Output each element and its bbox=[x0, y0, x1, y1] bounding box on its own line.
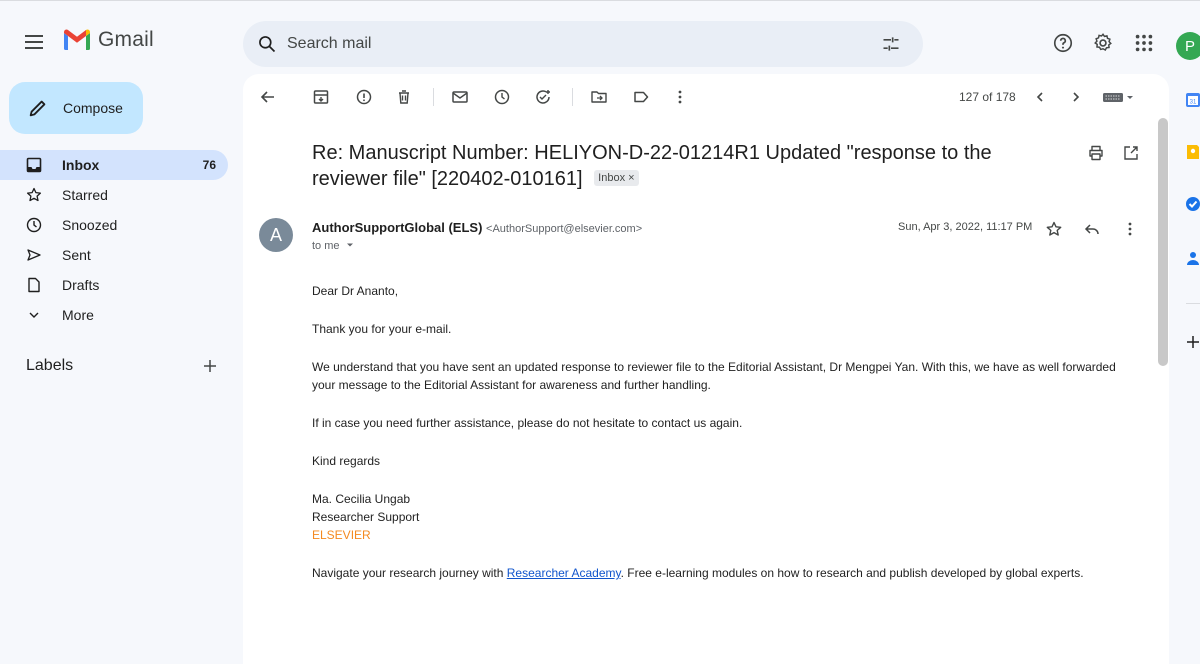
search-bar[interactable] bbox=[243, 21, 923, 67]
more-vertical-icon[interactable] bbox=[671, 88, 689, 106]
footer-text: . Free e-learning modules on how to rese… bbox=[620, 566, 1084, 580]
recipients-toggle[interactable]: to me bbox=[312, 240, 354, 252]
sidebar-nav: Inbox 76 Starred Snoozed Sent Drafts Mor… bbox=[0, 150, 240, 330]
sender-avatar[interactable]: A bbox=[259, 218, 293, 252]
main-menu-icon[interactable] bbox=[22, 30, 46, 54]
older-chevron-right-icon[interactable] bbox=[1067, 88, 1085, 106]
recipients-text: to me bbox=[312, 240, 340, 252]
footer-text: Navigate your research journey with bbox=[312, 566, 507, 580]
sidebar-item-inbox[interactable]: Inbox 76 bbox=[0, 150, 228, 180]
toolbar-divider bbox=[433, 88, 434, 106]
input-tools-keyboard-icon[interactable] bbox=[1101, 88, 1137, 106]
compose-button[interactable]: Compose bbox=[9, 82, 143, 134]
search-icon[interactable] bbox=[257, 34, 277, 54]
inbox-label-chip[interactable]: Inbox × bbox=[594, 169, 639, 186]
add-label-plus-icon[interactable] bbox=[202, 358, 218, 374]
sender-name[interactable]: AuthorSupportGlobal (ELS) bbox=[312, 220, 482, 235]
get-addons-plus-icon[interactable] bbox=[1185, 334, 1200, 350]
star-icon bbox=[26, 187, 42, 202]
sidebar-item-drafts[interactable]: Drafts bbox=[0, 270, 228, 300]
message-panel: 127 of 178 Re: Manuscript Number: HELIYO… bbox=[243, 74, 1169, 664]
sidebar-item-label: More bbox=[62, 307, 94, 323]
more-vertical-icon[interactable] bbox=[1121, 220, 1139, 238]
account-avatar[interactable]: P bbox=[1176, 32, 1200, 60]
gmail-logo[interactable]: Gmail bbox=[62, 28, 154, 52]
archive-icon[interactable] bbox=[312, 88, 330, 106]
send-icon bbox=[27, 249, 41, 261]
toolbar-divider bbox=[572, 88, 573, 106]
report-spam-icon[interactable] bbox=[355, 88, 373, 106]
mark-unread-mail-icon[interactable] bbox=[451, 88, 469, 106]
sidebar-item-label: Snoozed bbox=[62, 217, 118, 233]
add-to-tasks-icon[interactable] bbox=[534, 88, 552, 106]
body-paragraph: Thank you for your e-mail. bbox=[312, 322, 452, 336]
sidebar-item-label: Starred bbox=[62, 187, 108, 203]
body-footer: Navigate your research journey with Rese… bbox=[312, 564, 1122, 582]
search-input[interactable] bbox=[287, 35, 847, 53]
snooze-clock-icon[interactable] bbox=[493, 88, 511, 106]
sender-email: <AuthorSupport@elsevier.com> bbox=[486, 223, 643, 235]
labels-heading: Labels bbox=[26, 357, 74, 374]
svg-text:31: 31 bbox=[1190, 100, 1197, 106]
open-in-new-window-icon[interactable] bbox=[1122, 144, 1140, 162]
back-arrow-icon[interactable] bbox=[259, 88, 277, 106]
keep-notes-icon[interactable] bbox=[1185, 144, 1200, 160]
compose-label: Compose bbox=[63, 100, 123, 116]
sidebar-item-sent[interactable]: Sent bbox=[0, 240, 228, 270]
delete-trash-icon[interactable] bbox=[395, 88, 413, 106]
pencil-icon bbox=[29, 100, 46, 117]
email-body: Dear Dr Ananto, Thank you for your e-mai… bbox=[312, 282, 1122, 582]
draft-icon bbox=[28, 277, 40, 293]
sidebar-item-label: Sent bbox=[62, 247, 91, 263]
clock-icon bbox=[26, 217, 42, 233]
chevron-down-icon bbox=[346, 240, 354, 252]
label-tag-icon[interactable] bbox=[632, 88, 650, 106]
print-icon[interactable] bbox=[1087, 144, 1105, 162]
apps-grid-icon[interactable] bbox=[1133, 32, 1155, 54]
sidebar-item-label: Drafts bbox=[62, 277, 100, 293]
sidebar-item-starred[interactable]: Starred bbox=[0, 180, 228, 210]
sidebar-item-label: Inbox bbox=[62, 157, 100, 173]
calendar-icon[interactable]: 31 bbox=[1185, 92, 1200, 108]
email-date: Sun, Apr 3, 2022, 11:17 PM bbox=[898, 221, 1033, 233]
sidebar-item-more[interactable]: More bbox=[0, 300, 228, 330]
help-icon[interactable] bbox=[1052, 32, 1074, 54]
rail-divider bbox=[1186, 303, 1200, 304]
contacts-icon[interactable] bbox=[1185, 250, 1200, 266]
move-to-folder-icon[interactable] bbox=[590, 88, 608, 106]
email-subject: Re: Manuscript Number: HELIYON-D-22-0121… bbox=[312, 140, 1052, 192]
body-closing: Kind regards bbox=[312, 454, 381, 468]
inbox-count-badge: 76 bbox=[202, 158, 216, 172]
subject-text: Re: Manuscript Number: HELIYON-D-22-0121… bbox=[312, 142, 992, 190]
scrollbar-thumb[interactable] bbox=[1158, 118, 1168, 366]
signature-title: Researcher Support bbox=[312, 510, 420, 524]
pagination-count: 127 of 178 bbox=[959, 90, 1016, 104]
gmail-m-icon bbox=[64, 29, 90, 50]
star-icon[interactable] bbox=[1045, 220, 1063, 238]
search-options-icon[interactable] bbox=[881, 34, 901, 54]
newer-chevron-left-icon[interactable] bbox=[1031, 88, 1049, 106]
body-greeting: Dear Dr Ananto, bbox=[312, 284, 399, 298]
body-paragraph: We understand that you have sent an upda… bbox=[312, 360, 1116, 392]
app-header: Gmail P bbox=[0, 18, 1200, 68]
sender-line: AuthorSupportGlobal (ELS) <AuthorSupport… bbox=[312, 220, 642, 235]
chevron-down-icon bbox=[29, 312, 39, 318]
signature-name: Ma. Cecilia Ungab bbox=[312, 492, 411, 506]
researcher-academy-link[interactable]: Researcher Academy bbox=[507, 566, 621, 580]
inbox-icon bbox=[26, 157, 42, 173]
tasks-icon[interactable] bbox=[1185, 196, 1200, 212]
body-paragraph: If in case you need further assistance, … bbox=[312, 416, 743, 430]
top-divider bbox=[0, 0, 1200, 1]
settings-gear-icon[interactable] bbox=[1092, 32, 1114, 54]
sidebar-item-snoozed[interactable]: Snoozed bbox=[0, 210, 228, 240]
reply-arrow-icon[interactable] bbox=[1083, 220, 1101, 238]
signature-company: ELSEVIER bbox=[312, 528, 371, 542]
app-name: Gmail bbox=[98, 28, 154, 51]
